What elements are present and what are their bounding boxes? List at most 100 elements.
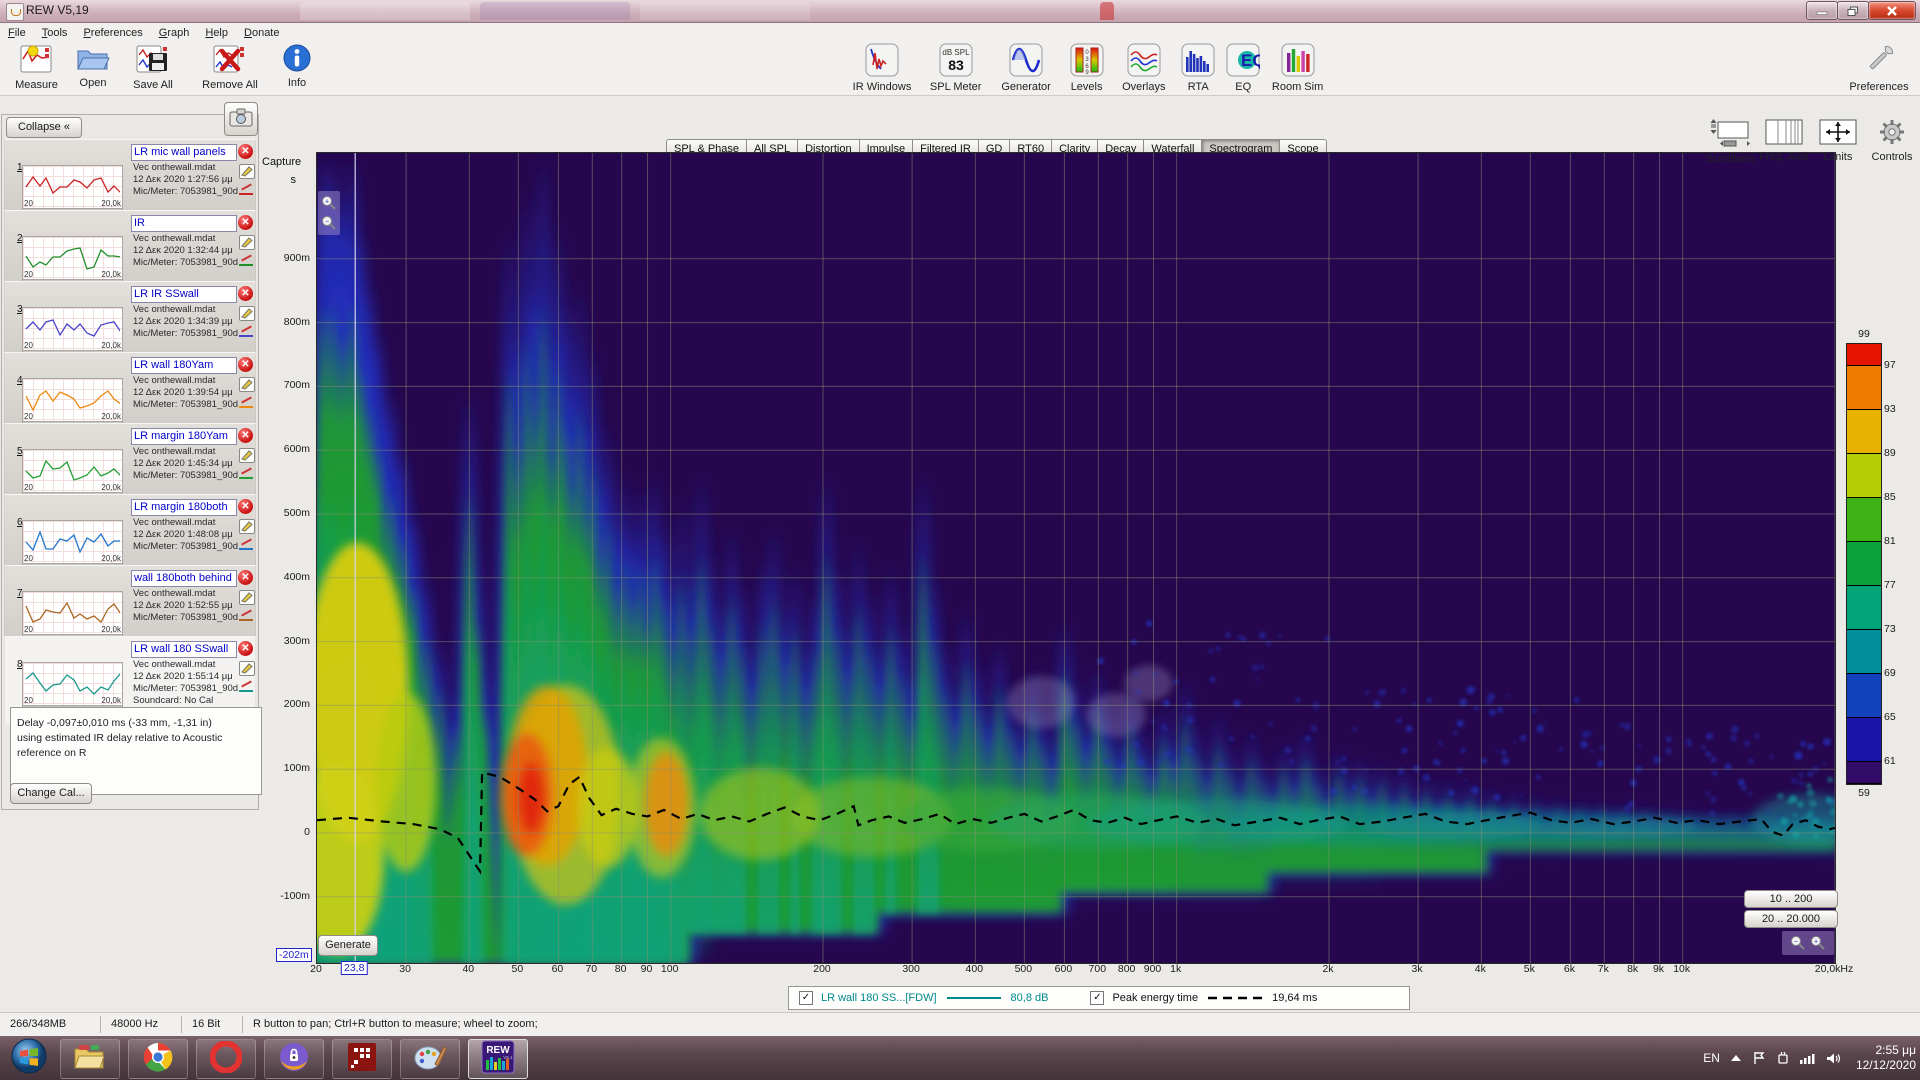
delete-measurement-button[interactable]: ✕: [238, 357, 253, 372]
restore-button[interactable]: [1837, 1, 1869, 20]
measurement-thumbnail[interactable]: 20 20,0k: [22, 236, 123, 280]
delete-measurement-button[interactable]: ✕: [238, 428, 253, 443]
limits-button[interactable]: Limits: [1810, 118, 1866, 163]
close-button[interactable]: [1868, 1, 1916, 20]
measurement-thumbnail[interactable]: 20 20,0k: [22, 307, 123, 351]
edit-notes-icon[interactable]: [239, 590, 255, 605]
volume-icon[interactable]: [1826, 1052, 1842, 1065]
taskbar-explorer-app[interactable]: [60, 1039, 120, 1079]
language-indicator[interactable]: EN: [1703, 1051, 1720, 1065]
delete-measurement-button[interactable]: ✕: [238, 144, 253, 159]
generator-button[interactable]: Generator: [993, 43, 1058, 93]
measurement-name-input[interactable]: LR margin 180both: [131, 499, 237, 516]
measurement-5[interactable]: LR margin 180Yam ✕ Vec onthewall.mdat 12 Δε…: [4, 423, 256, 497]
measurement-name-input[interactable]: LR IR SSwall: [131, 286, 237, 303]
overlays-button[interactable]: Overlays: [1114, 43, 1173, 93]
edit-notes-icon[interactable]: [239, 306, 255, 321]
range-button-10-200[interactable]: 10 .. 200: [1744, 890, 1838, 908]
measurement-name-input[interactable]: LR margin 180Yam: [131, 428, 237, 445]
trace-color-icon[interactable]: [239, 257, 253, 266]
taskbar-redapp-app[interactable]: [332, 1039, 392, 1079]
menu-graph[interactable]: Graph: [151, 26, 198, 40]
measurement-thumbnail[interactable]: 20 20,0k: [22, 591, 123, 635]
measurement-2[interactable]: IR ✕ Vec onthewall.mdat 12 Δεκ 2020 1:32:44…: [4, 210, 256, 284]
capture-button[interactable]: [224, 102, 258, 136]
minimize-button[interactable]: [1806, 1, 1838, 20]
measurement-thumbnail[interactable]: 20 20,0k: [22, 449, 123, 493]
taskbar-avast-app[interactable]: [264, 1039, 324, 1079]
spl-meter-button[interactable]: dB SPL 83 SPL Meter: [923, 43, 988, 93]
menu-preferences[interactable]: Preferences: [75, 26, 150, 40]
freq-axis-button[interactable]: Freq. Axis: [1756, 118, 1812, 163]
controls-button[interactable]: Controls: [1864, 118, 1920, 163]
measurement-thumbnail[interactable]: 20 20,0k: [22, 520, 123, 564]
range-button-20-20000[interactable]: 20 .. 20.000: [1744, 910, 1838, 928]
measurement-thumbnail[interactable]: 20 20,0k: [22, 165, 123, 209]
measurement-name-input[interactable]: wall 180both behind: [131, 570, 237, 587]
preferences-button[interactable]: Preferences: [1844, 43, 1914, 93]
trace-color-icon[interactable]: [239, 470, 253, 479]
edit-notes-icon[interactable]: [239, 448, 255, 463]
zoom-buttons-topleft[interactable]: + −: [318, 191, 340, 235]
menu-tools[interactable]: Tools: [34, 26, 76, 40]
delete-measurement-button[interactable]: ✕: [238, 499, 253, 514]
measurement-name-input[interactable]: LR wall 180Yam: [131, 357, 237, 374]
measurement-name-input[interactable]: LR mic wall panels: [131, 144, 237, 161]
trace-color-icon[interactable]: [239, 186, 253, 195]
peak-checkbox[interactable]: ✓: [1090, 991, 1105, 1005]
measurement-7[interactable]: wall 180both behind ✕ Vec onthewall.mdat 12…: [4, 565, 256, 639]
measure-button[interactable]: Measure: [8, 43, 65, 91]
clock[interactable]: 2:55 μμ 12/12/2020: [1856, 1043, 1916, 1073]
measurement-name-input[interactable]: LR wall 180 SSwall: [131, 641, 237, 658]
measurement-name-input[interactable]: IR: [131, 215, 237, 232]
taskbar-start-button[interactable]: [6, 1038, 52, 1077]
zoom-buttons-bottomright[interactable]: − +: [1782, 931, 1834, 955]
delete-measurement-button[interactable]: ✕: [238, 641, 253, 656]
taskbar-rew-app[interactable]: REW V5.1: [468, 1039, 528, 1079]
save-all-button[interactable]: Save All: [121, 43, 185, 91]
trace-color-icon[interactable]: [239, 541, 253, 550]
edit-notes-icon[interactable]: [239, 235, 255, 250]
rta-button[interactable]: RTA: [1178, 43, 1218, 93]
measurement-thumbnail[interactable]: 20 20,0k: [22, 378, 123, 422]
title-bar[interactable]: REW V5,19: [0, 0, 1920, 23]
levels-button[interactable]: 0 3 6 9 Levels: [1064, 43, 1110, 93]
open-button[interactable]: Open: [71, 43, 115, 89]
scrollbars-button[interactable]: Scrollbars: [1702, 118, 1758, 165]
measurement-6[interactable]: LR margin 180both ✕ Vec onthewall.mdat 12 Δ…: [4, 494, 256, 568]
measurement-thumbnail[interactable]: 20 20,0k: [22, 662, 123, 706]
edit-notes-icon[interactable]: [239, 164, 255, 179]
delete-measurement-button[interactable]: ✕: [238, 215, 253, 230]
collapse-button[interactable]: Collapse «: [6, 117, 82, 138]
spectrogram-plot[interactable]: [316, 152, 1836, 964]
power-plug-icon[interactable]: [1776, 1051, 1790, 1065]
taskbar-paint-app[interactable]: [400, 1039, 460, 1079]
trace-color-icon[interactable]: [239, 612, 253, 621]
menu-donate[interactable]: Donate: [236, 26, 287, 40]
trace-color-icon[interactable]: [239, 328, 253, 337]
taskbar-chrome-app[interactable]: [128, 1039, 188, 1079]
edit-notes-icon[interactable]: [239, 519, 255, 534]
generate-button[interactable]: Generate: [318, 935, 378, 956]
delete-measurement-button[interactable]: ✕: [238, 570, 253, 585]
tray-expand-icon[interactable]: [1730, 1054, 1742, 1062]
network-signal-icon[interactable]: [1799, 1052, 1816, 1064]
trace-color-icon[interactable]: [239, 683, 253, 692]
remove-all-button[interactable]: Remove All: [191, 43, 269, 91]
room-sim-button[interactable]: Room Sim: [1268, 43, 1327, 93]
series-checkbox[interactable]: ✓: [799, 991, 813, 1005]
info-button[interactable]: Info: [275, 43, 319, 89]
taskbar-opera-app[interactable]: [196, 1039, 256, 1079]
edit-notes-icon[interactable]: [239, 661, 255, 676]
trace-color-icon[interactable]: [239, 399, 253, 408]
action-center-flag-icon[interactable]: [1752, 1051, 1766, 1065]
menu-file[interactable]: File: [0, 26, 34, 40]
measurement-3[interactable]: LR IR SSwall ✕ Vec onthewall.mdat 12 Δεκ 20…: [4, 281, 256, 355]
edit-notes-icon[interactable]: [239, 377, 255, 392]
change-cal-button[interactable]: Change Cal...: [10, 783, 92, 804]
measurement-4[interactable]: LR wall 180Yam ✕ Vec onthewall.mdat 12 Δεκ …: [4, 352, 256, 426]
ir-windows-button[interactable]: IR Windows: [846, 43, 918, 93]
delete-measurement-button[interactable]: ✕: [238, 286, 253, 301]
eq-button[interactable]: EQ EQ: [1223, 43, 1266, 93]
menu-help[interactable]: Help: [197, 26, 236, 40]
